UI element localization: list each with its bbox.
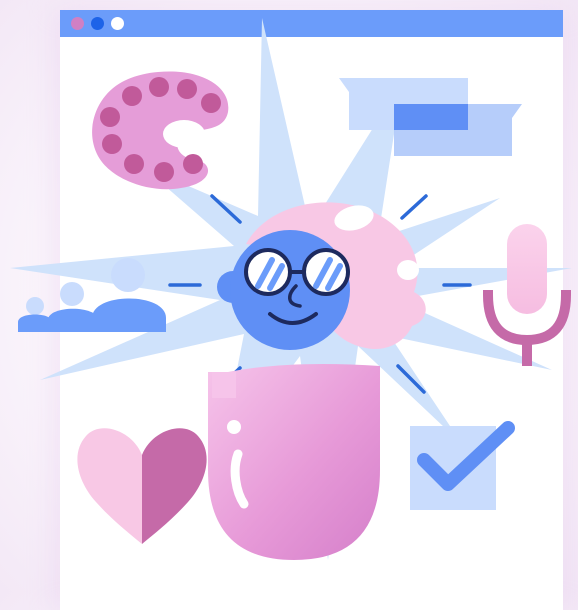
heart-icon [77,428,207,544]
illustration-artwork [10,18,572,560]
paint-palette-icon [92,71,229,190]
illustration-stage [0,0,578,610]
microphone-icon [482,224,572,366]
capsule-body [208,364,380,560]
checkbox-checked-icon [410,421,515,510]
